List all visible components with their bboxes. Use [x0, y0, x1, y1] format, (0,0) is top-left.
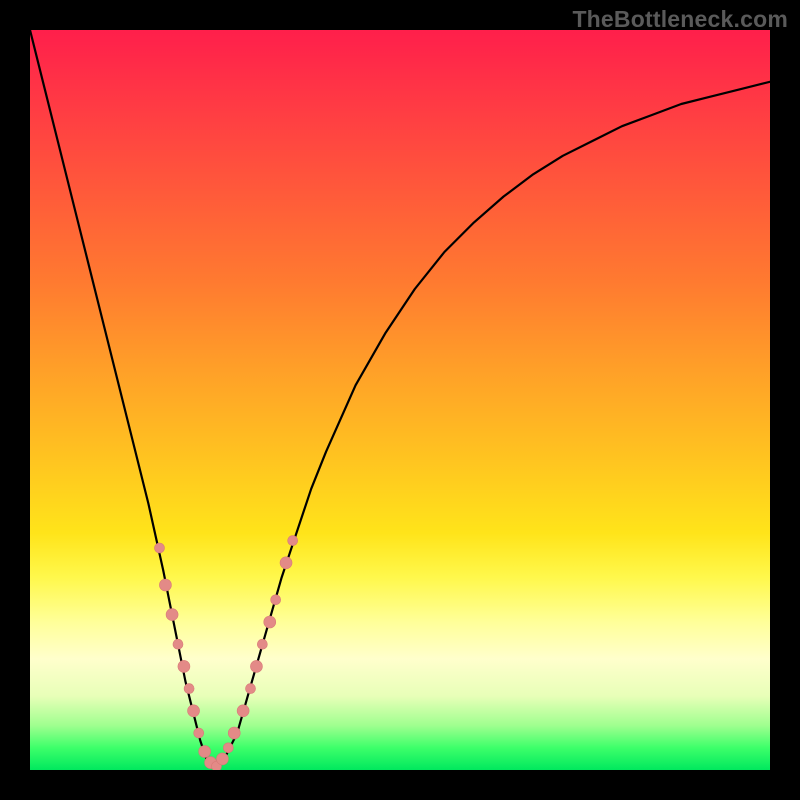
curve-marker [159, 579, 171, 591]
curve-marker [288, 536, 298, 546]
curve-marker [250, 660, 262, 672]
curve-marker [237, 705, 249, 717]
curve-marker [228, 727, 240, 739]
curve-marker [264, 616, 276, 628]
curve-marker [271, 595, 281, 605]
curve-marker [280, 557, 292, 569]
curve-marker [173, 639, 183, 649]
curve-marker [223, 743, 233, 753]
curve-marker [246, 684, 256, 694]
watermark-text: TheBottleneck.com [572, 6, 788, 33]
curve-marker [257, 639, 267, 649]
curve-marker [188, 705, 200, 717]
chart-frame: TheBottleneck.com [0, 0, 800, 800]
curve-marker [184, 684, 194, 694]
curve-marker [216, 753, 228, 765]
curve-marker [194, 728, 204, 738]
curve-marker [155, 543, 165, 553]
curve-markers [155, 536, 298, 770]
bottleneck-curve [30, 30, 770, 770]
curve-marker [199, 746, 211, 758]
curve-marker [166, 609, 178, 621]
curve-marker [178, 660, 190, 672]
chart-svg [30, 30, 770, 770]
plot-area [30, 30, 770, 770]
